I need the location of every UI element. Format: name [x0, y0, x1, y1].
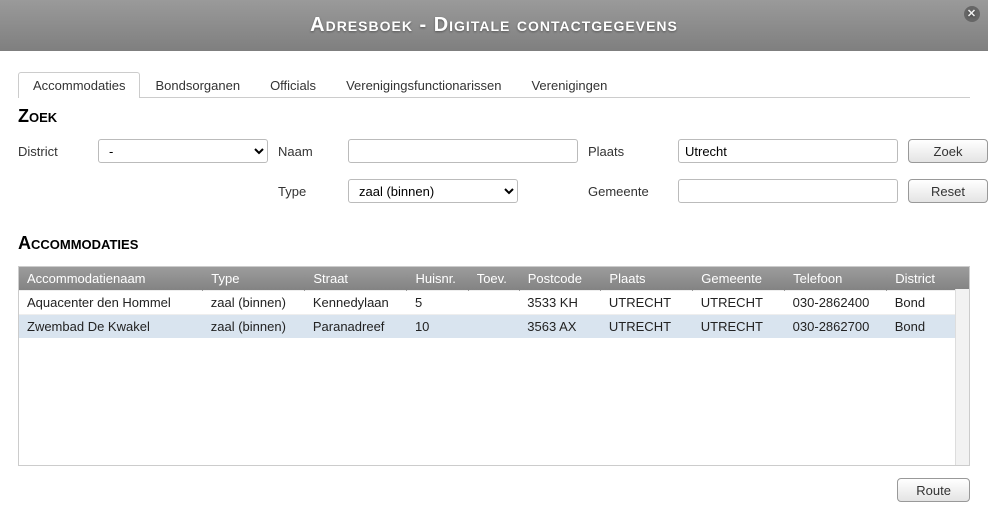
- table-cell: 030-2862400: [785, 291, 887, 315]
- district-select[interactable]: -: [98, 139, 268, 163]
- table-cell: 5: [407, 291, 468, 315]
- tab-verenigingen[interactable]: Verenigingen: [516, 72, 622, 98]
- table-cell: Zwembad De Kwakel: [19, 315, 203, 339]
- window-title: Adresboek - Digitale contactgegevens: [310, 14, 678, 36]
- scrollbar[interactable]: [955, 289, 969, 465]
- table-cell: Aquacenter den Hommel: [19, 291, 203, 315]
- table-cell: UTRECHT: [693, 315, 785, 339]
- table-cell: 10: [407, 315, 468, 339]
- table-cell: zaal (binnen): [203, 315, 305, 339]
- table-row[interactable]: Aquacenter den Hommelzaal (binnen)Kenned…: [19, 291, 969, 315]
- plaats-input[interactable]: [678, 139, 898, 163]
- table-cell: UTRECHT: [601, 291, 693, 315]
- table-cell: 3533 KH: [519, 291, 601, 315]
- column-header[interactable]: Accommodatienaam: [19, 267, 203, 291]
- column-header[interactable]: Postcode: [519, 267, 601, 291]
- table-cell: [468, 315, 519, 339]
- column-header[interactable]: Toev.: [468, 267, 519, 291]
- table-cell: [468, 291, 519, 315]
- tab-bondsorganen[interactable]: Bondsorganen: [140, 72, 255, 98]
- table-cell: UTRECHT: [601, 315, 693, 339]
- table-cell: 030-2862700: [785, 315, 887, 339]
- table-cell: Kennedylaan: [305, 291, 407, 315]
- zoek-button[interactable]: Zoek: [908, 139, 988, 163]
- tab-verenigingsfunctionarissen[interactable]: Verenigingsfunctionarissen: [331, 72, 516, 98]
- table-cell: Paranadreef: [305, 315, 407, 339]
- close-icon[interactable]: ✕: [964, 6, 980, 22]
- type-label: Type: [278, 184, 338, 199]
- type-select[interactable]: zaal (binnen): [348, 179, 518, 203]
- column-header[interactable]: Huisnr.: [407, 267, 468, 291]
- gemeente-input[interactable]: [678, 179, 898, 203]
- search-form: District - Naam Plaats Zoek Type zaal (b…: [18, 139, 970, 203]
- route-button[interactable]: Route: [897, 478, 970, 502]
- column-header[interactable]: Plaats: [601, 267, 693, 291]
- gemeente-label: Gemeente: [588, 184, 668, 199]
- results-table-wrap: AccommodatienaamTypeStraatHuisnr.Toev.Po…: [18, 266, 970, 466]
- column-header[interactable]: Type: [203, 267, 305, 291]
- tabs-bar: AccommodatiesBondsorganenOfficialsVereni…: [18, 71, 970, 98]
- naam-input[interactable]: [348, 139, 578, 163]
- column-header[interactable]: Telefoon: [785, 267, 887, 291]
- search-heading: Zoek: [18, 106, 970, 127]
- district-label: District: [18, 144, 88, 159]
- results-table: AccommodatienaamTypeStraatHuisnr.Toev.Po…: [19, 267, 969, 338]
- table-cell: 3563 AX: [519, 315, 601, 339]
- reset-button[interactable]: Reset: [908, 179, 988, 203]
- window-titlebar: Adresboek - Digitale contactgegevens ✕: [0, 0, 988, 51]
- naam-label: Naam: [278, 144, 338, 159]
- tab-officials[interactable]: Officials: [255, 72, 331, 98]
- column-header[interactable]: District: [887, 267, 969, 291]
- results-heading: Accommodaties: [18, 233, 970, 254]
- tab-accommodaties[interactable]: Accommodaties: [18, 72, 140, 98]
- table-cell: UTRECHT: [693, 291, 785, 315]
- table-row[interactable]: Zwembad De Kwakelzaal (binnen)Paranadree…: [19, 315, 969, 339]
- column-header[interactable]: Gemeente: [693, 267, 785, 291]
- column-header[interactable]: Straat: [305, 267, 407, 291]
- table-cell: zaal (binnen): [203, 291, 305, 315]
- plaats-label: Plaats: [588, 144, 668, 159]
